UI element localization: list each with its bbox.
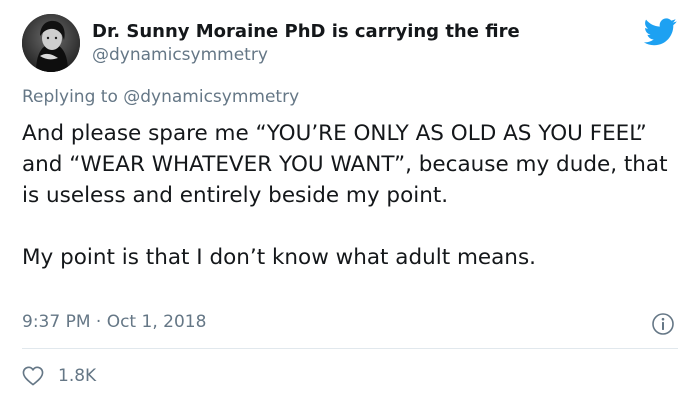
reply-mention-link[interactable]: @dynamicsymmetry	[123, 87, 299, 107]
display-name[interactable]: Dr. Sunny Moraine PhD is carrying the fi…	[92, 21, 520, 42]
twitter-bird-icon[interactable]	[644, 18, 677, 46]
tweet-paragraph-2: My point is that I don’t know what adult…	[22, 245, 536, 270]
like-count: 1.8K	[58, 366, 97, 386]
replying-prefix: Replying to	[22, 87, 118, 107]
info-icon[interactable]	[651, 312, 675, 336]
tweet-timestamp[interactable]: 9:37 PM · Oct 1, 2018	[22, 312, 206, 332]
author-handle[interactable]: @dynamicsymmetry	[92, 45, 268, 65]
avatar-portrait	[22, 14, 80, 72]
heart-icon[interactable]	[22, 366, 44, 386]
tweet-text: And please spare me “YOU’RE ONLY AS OLD …	[22, 118, 672, 273]
tweet-paragraph-1: And please spare me “YOU’RE ONLY AS OLD …	[22, 121, 668, 208]
like-action[interactable]: 1.8K	[22, 364, 96, 388]
avatar[interactable]	[22, 14, 80, 72]
replying-to: Replying to @dynamicsymmetry	[22, 87, 299, 107]
divider	[22, 348, 678, 349]
tweet-card: Dr. Sunny Moraine PhD is carrying the fi…	[0, 0, 700, 402]
